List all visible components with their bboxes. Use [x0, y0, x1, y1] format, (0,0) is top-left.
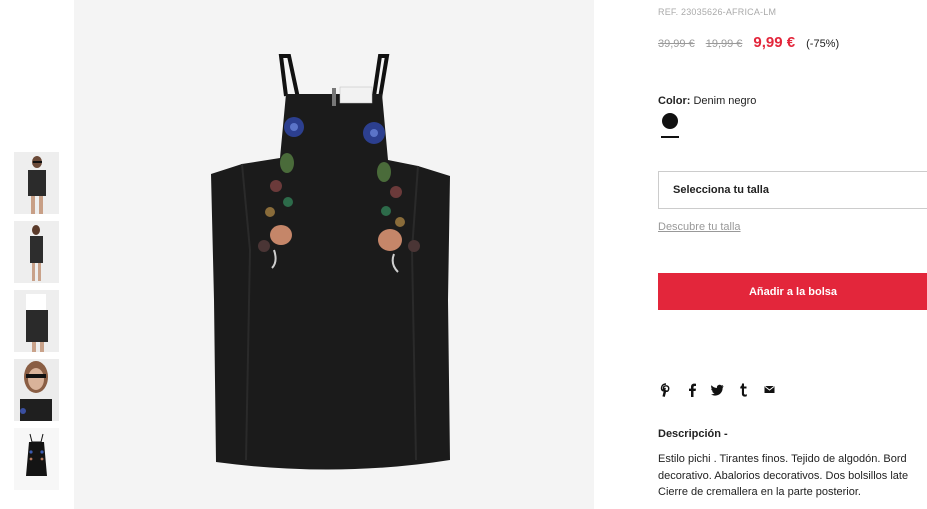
description-body: Estilo pichi . Tirantes finos. Tejido de…	[658, 451, 927, 501]
mail-icon[interactable]	[763, 382, 776, 397]
selected-swatch-indicator	[661, 136, 679, 138]
dress-illustration	[74, 0, 594, 509]
thumbnail-4-image	[14, 359, 59, 421]
main-product-image[interactable]	[74, 0, 594, 509]
thumbnail-5[interactable]	[14, 428, 59, 490]
product-info-panel: REF. 23035626-AFRICA-LM 39,99 € 19,99 € …	[658, 0, 927, 509]
tumblr-icon[interactable]	[737, 382, 750, 397]
color-value: Denim negro	[693, 95, 757, 107]
price-previous: 19,99 €	[705, 38, 743, 50]
add-to-bag-label: Añadir a la bolsa	[748, 285, 838, 298]
size-guide-link[interactable]: Descubre tu talla	[658, 221, 741, 233]
thumbnail-5-image	[14, 428, 59, 490]
thumbnail-strip	[14, 152, 59, 497]
price-row: 39,99 € 19,99 € 9,99 € (-75%)	[658, 34, 839, 51]
thumbnail-1[interactable]	[14, 152, 59, 214]
price-original: 39,99 €	[658, 38, 695, 50]
description-title: Descripción -	[658, 428, 728, 440]
description-line: decorativo. Abalorios decorativos. Dos b…	[658, 469, 909, 482]
description-line: Estilo pichi . Tirantes finos. Tejido de…	[658, 453, 907, 465]
pinterest-icon[interactable]	[659, 382, 672, 397]
twitter-icon[interactable]	[711, 382, 724, 397]
thumbnail-2-image	[14, 221, 59, 283]
thumbnail-4[interactable]	[14, 359, 59, 421]
thumbnail-1-image	[14, 152, 59, 214]
thumbnail-2[interactable]	[14, 221, 59, 283]
share-links	[659, 382, 789, 397]
discount-badge: (-75%)	[806, 38, 840, 50]
color-info: Color: Denim negro	[658, 95, 756, 107]
product-reference: REF. 23035626-AFRICA-LM	[658, 7, 777, 17]
description-line: Cierre de cremallera en la parte posteri…	[658, 486, 861, 498]
color-swatch-denim-negro[interactable]	[662, 113, 678, 129]
facebook-icon[interactable]	[685, 382, 698, 397]
price-current: 9,99 €	[753, 34, 796, 51]
size-select[interactable]: Selecciona tu talla	[658, 171, 927, 209]
thumbnail-3[interactable]	[14, 290, 59, 352]
color-label: Color:	[658, 95, 691, 107]
size-select-label: Selecciona tu talla	[673, 184, 769, 196]
add-to-bag-button[interactable]: Añadir a la bolsa	[658, 273, 927, 310]
thumbnail-3-image	[14, 290, 59, 352]
